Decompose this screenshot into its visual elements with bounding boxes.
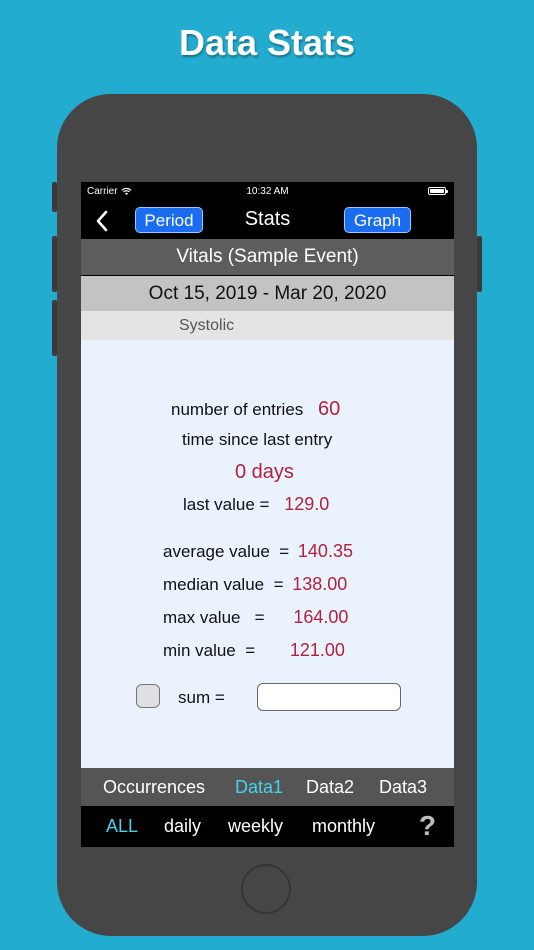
period-tabs: ALL daily weekly monthly ?	[81, 806, 454, 847]
max-value: 164.00	[293, 607, 349, 627]
status-bar: Carrier 10:32 AM	[81, 182, 454, 202]
tab-occurrences[interactable]: Occurrences	[103, 777, 205, 798]
volume-down-button	[52, 300, 57, 356]
tab-weekly[interactable]: weekly	[228, 816, 283, 837]
volume-up-button	[52, 236, 57, 292]
tab-daily[interactable]: daily	[164, 816, 201, 837]
last-value-label: last value =	[183, 495, 270, 514]
average-label: average value =	[163, 542, 290, 561]
last-value-row: last value = 129.0	[183, 494, 329, 515]
data-type-tabs: Occurrences Data1 Data2 Data3	[81, 768, 454, 806]
stats-panel: number of entries 60 time since last ent…	[81, 340, 454, 768]
metric-label: Systolic	[179, 317, 235, 334]
help-icon[interactable]: ?	[419, 810, 436, 842]
app-screen: Carrier 10:32 AM Period Stats Graph Vita…	[81, 182, 454, 847]
metric-header: Systolic	[81, 311, 454, 340]
last-value: 129.0	[284, 494, 330, 514]
battery-icon	[428, 187, 448, 195]
tab-data1[interactable]: Data1	[235, 777, 283, 798]
mute-switch	[52, 182, 57, 212]
entries-value: 60	[318, 398, 341, 420]
sum-label: sum =	[178, 688, 225, 707]
entries-row: number of entries 60	[171, 398, 340, 421]
sum-field[interactable]	[257, 683, 401, 711]
sum-checkbox[interactable]	[136, 684, 160, 708]
status-time: 10:32 AM	[246, 186, 289, 197]
tab-data3[interactable]: Data3	[379, 777, 427, 798]
since-value: 0 days	[235, 461, 294, 483]
average-value: 140.35	[297, 541, 353, 561]
nav-bar: Period Stats Graph	[81, 202, 454, 238]
average-row: average value = 140.35	[163, 541, 353, 562]
since-label: time since last entry	[182, 430, 333, 449]
date-range[interactable]: Oct 15, 2019 - Mar 20, 2020	[81, 276, 454, 311]
entries-label: number of entries	[171, 400, 304, 419]
event-name: Vitals (Sample Event)	[81, 239, 454, 275]
home-button[interactable]	[241, 864, 291, 914]
min-label: min value =	[163, 641, 256, 660]
max-row: max value = 164.00	[163, 607, 348, 628]
tab-monthly[interactable]: monthly	[312, 816, 375, 837]
median-value: 138.00	[292, 574, 348, 594]
power-button	[477, 236, 482, 292]
median-label: median value =	[163, 575, 284, 594]
tab-data2[interactable]: Data2	[306, 777, 354, 798]
median-row: median value = 138.00	[163, 574, 347, 595]
min-row: min value = 121.00	[163, 640, 345, 661]
max-label: max value =	[163, 608, 265, 627]
graph-button[interactable]: Graph	[344, 207, 411, 233]
headline: Data Stats	[178, 22, 356, 63]
min-value: 121.00	[289, 640, 345, 660]
tab-all[interactable]: ALL	[106, 816, 138, 837]
